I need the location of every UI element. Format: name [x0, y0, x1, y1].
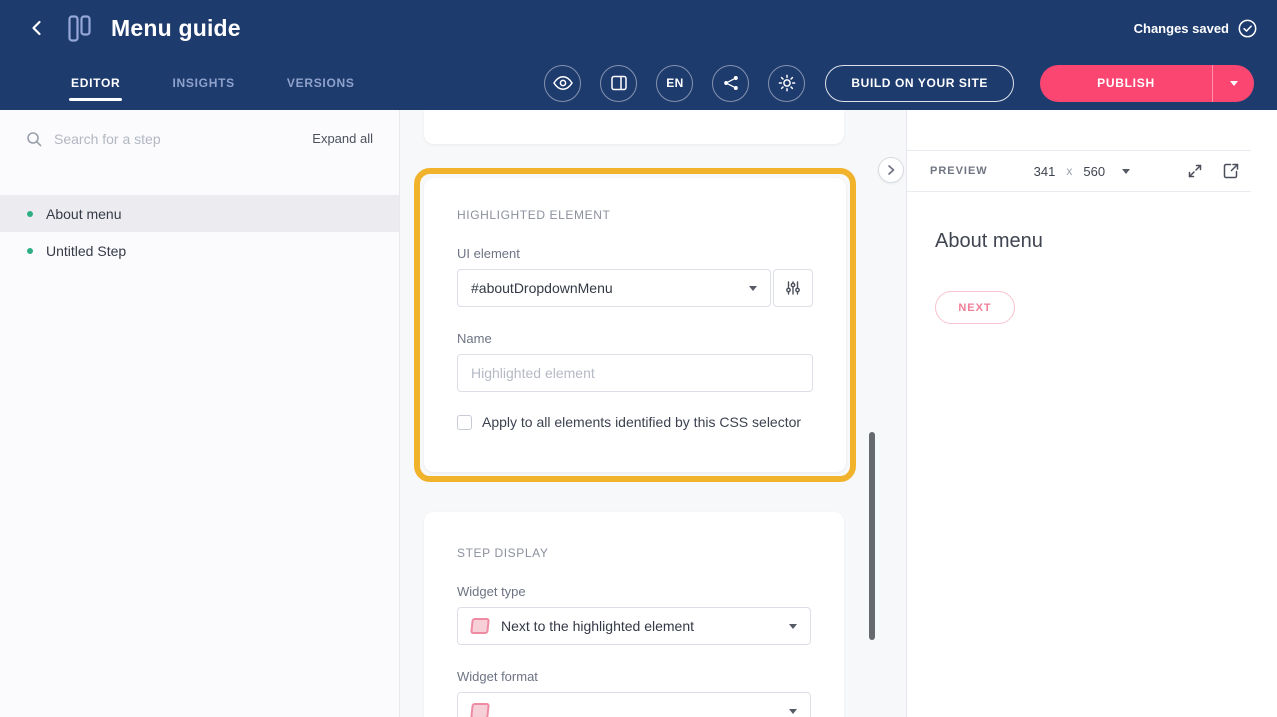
changes-saved-status: Changes saved: [1134, 19, 1257, 38]
name-label: Name: [457, 331, 813, 346]
header-tabs: EDITOR INSIGHTS VERSIONS: [71, 56, 355, 110]
preview-width-value: 341: [1034, 164, 1056, 179]
editor-scrollbar-thumb[interactable]: [869, 432, 875, 640]
collapse-preview-button[interactable]: [878, 157, 904, 183]
header-title-row: Menu guide Changes saved: [0, 0, 1277, 56]
guide-title: Menu guide: [111, 15, 241, 42]
ui-element-select[interactable]: #aboutDropdownMenu: [457, 269, 771, 307]
open-in-new-icon: [1223, 163, 1239, 179]
widget-type-select[interactable]: Next to the highlighted element: [457, 607, 811, 645]
widget-type-label: Widget type: [457, 584, 811, 599]
expand-all-link[interactable]: Expand all: [312, 131, 373, 146]
ui-element-label: UI element: [457, 246, 813, 261]
preview-size-separator: x: [1066, 164, 1072, 178]
language-button[interactable]: EN: [656, 65, 693, 102]
chevron-down-icon: [789, 624, 797, 629]
search-icon: [26, 131, 42, 147]
step-status-dot: [27, 248, 33, 254]
chevron-down-icon: [1122, 169, 1130, 174]
sliders-icon: [785, 280, 801, 296]
top-header: Menu guide Changes saved EDITOR INSIGHTS…: [0, 0, 1277, 110]
selector-settings-button[interactable]: [773, 269, 813, 307]
step-search-row: Expand all: [0, 110, 399, 167]
back-button[interactable]: [26, 17, 48, 39]
step-list: About menu Untitled Step: [0, 195, 399, 269]
build-on-your-site-button[interactable]: BUILD ON YOUR SITE: [825, 65, 1014, 102]
publish-split-button: PUBLISH: [1040, 65, 1254, 102]
language-code: EN: [666, 76, 683, 90]
eye-icon: [553, 76, 573, 90]
preview-body: About menu NEXT: [907, 192, 1277, 362]
back-chevron-icon: [28, 19, 46, 37]
step-item-about-menu[interactable]: About menu: [0, 195, 399, 232]
widget-type-value: Next to the highlighted element: [501, 618, 694, 634]
layout-button[interactable]: [600, 65, 637, 102]
widget-note-icon: [470, 618, 490, 634]
ui-element-row: #aboutDropdownMenu: [457, 269, 813, 307]
step-label: Untitled Step: [46, 243, 126, 259]
fullscreen-button[interactable]: [1187, 163, 1203, 179]
preview-header: PREVIEW 341 x 560: [907, 150, 1251, 192]
highlighted-element-card: HIGHLIGHTED ELEMENT UI element #aboutDro…: [424, 178, 846, 472]
widget-format-label: Widget format: [457, 669, 811, 684]
step-status-dot: [27, 211, 33, 217]
widget-note-icon: [470, 703, 490, 717]
tab-versions[interactable]: VERSIONS: [287, 56, 355, 110]
open-in-new-button[interactable]: [1223, 163, 1239, 179]
chevron-down-icon: [789, 709, 797, 714]
preview-next-button[interactable]: NEXT: [935, 291, 1015, 324]
step-item-untitled-step[interactable]: Untitled Step: [0, 232, 399, 269]
previous-settings-card: [424, 110, 844, 144]
step-label: About menu: [46, 206, 122, 222]
element-name-input[interactable]: [457, 354, 813, 392]
chevron-right-icon: [886, 165, 896, 175]
share-button[interactable]: [712, 65, 749, 102]
steps-sidebar: Expand all About menu Untitled Step: [0, 110, 400, 717]
gear-icon: [778, 74, 796, 92]
apply-all-checkbox[interactable]: [457, 415, 472, 430]
check-circle-icon: [1238, 19, 1257, 38]
share-icon: [723, 75, 739, 91]
layout-panel-icon: [611, 75, 627, 91]
preview-size-select[interactable]: 341 x 560: [1034, 164, 1130, 179]
section-title-step-display: STEP DISPLAY: [457, 546, 811, 560]
preview-step-title: About menu: [935, 230, 1249, 253]
highlighted-section-ring: HIGHLIGHTED ELEMENT UI element #aboutDro…: [414, 168, 856, 482]
expand-icon: [1187, 163, 1203, 179]
apply-all-row: Apply to all elements identified by this…: [457, 414, 813, 430]
tab-editor[interactable]: EDITOR: [71, 56, 120, 110]
preview-label: PREVIEW: [930, 165, 988, 177]
preview-height-value: 560: [1083, 164, 1105, 179]
section-title-highlighted-element: HIGHLIGHTED ELEMENT: [457, 208, 813, 222]
publish-button[interactable]: PUBLISH: [1040, 65, 1212, 102]
preview-eye-button[interactable]: [544, 65, 581, 102]
widget-format-select[interactable]: [457, 692, 811, 717]
ui-element-value: #aboutDropdownMenu: [471, 280, 613, 296]
chevron-down-icon: [749, 286, 757, 291]
app-window: Menu guide Changes saved EDITOR INSIGHTS…: [0, 0, 1277, 717]
header-actions: EN: [544, 65, 1254, 102]
step-search-input[interactable]: [54, 131, 300, 147]
preview-panel: PREVIEW 341 x 560: [906, 110, 1277, 717]
header-tools-row: EDITOR INSIGHTS VERSIONS: [0, 56, 1277, 110]
changes-saved-label: Changes saved: [1134, 21, 1229, 36]
main-body: Expand all About menu Untitled Step HIGH…: [0, 110, 1277, 717]
tab-insights[interactable]: INSIGHTS: [172, 56, 234, 110]
step-display-card: STEP DISPLAY Widget type Next to the hig…: [424, 512, 844, 717]
apply-all-label: Apply to all elements identified by this…: [482, 414, 801, 430]
settings-button[interactable]: [768, 65, 805, 102]
chevron-down-icon: [1230, 81, 1238, 86]
preview-header-actions: [1187, 163, 1251, 179]
step-editor-area: HIGHLIGHTED ELEMENT UI element #aboutDro…: [400, 110, 906, 717]
guide-boards-icon: [68, 15, 98, 42]
publish-dropdown-button[interactable]: [1212, 65, 1254, 102]
